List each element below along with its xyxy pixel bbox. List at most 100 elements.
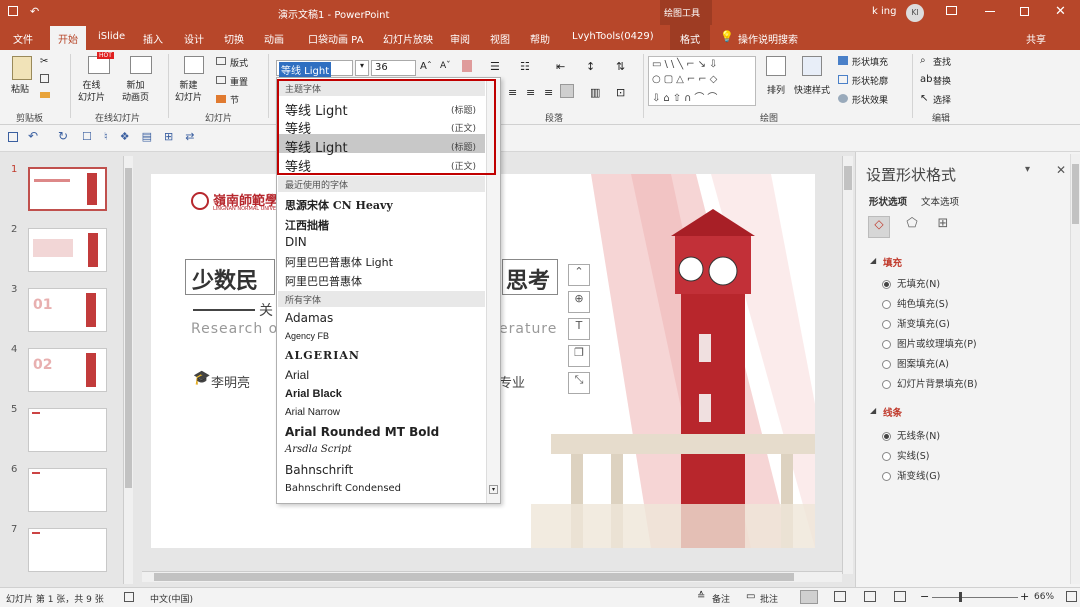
online-slide-button[interactable]: 在线 幻灯片: [78, 80, 105, 104]
undo-icon[interactable]: ↶: [30, 5, 39, 18]
online-slide-icon[interactable]: HOT: [88, 52, 114, 74]
autosave-icon[interactable]: [8, 6, 18, 16]
fill-collapse-icon[interactable]: ◢: [870, 256, 876, 265]
tell-me-search[interactable]: 操作说明搜索: [738, 31, 798, 46]
layout-button[interactable]: 版式: [230, 56, 248, 69]
undo-icon[interactable]: ↶: [28, 129, 38, 143]
tab-animations[interactable]: 动画: [264, 31, 284, 46]
slide-subtitle[interactable]: 关: [259, 300, 273, 320]
fill-option[interactable]: 纯色填充(S): [882, 296, 948, 310]
new-slide-icon[interactable]: [184, 56, 204, 74]
select-button[interactable]: 选择: [933, 93, 951, 106]
slide-title[interactable]: 少数民: [192, 263, 258, 295]
tab-home[interactable]: 开始: [50, 26, 86, 50]
font-name-value[interactable]: 等线 Light: [279, 62, 332, 77]
tab-insert[interactable]: 插入: [143, 31, 163, 46]
radio-icon[interactable]: [882, 432, 891, 441]
line-spacing-icon[interactable]: ↕: [586, 60, 595, 73]
replace-icon[interactable]: ab: [920, 74, 932, 85]
fill-section-header[interactable]: 填充: [883, 255, 902, 269]
tab-view[interactable]: 视图: [490, 31, 510, 46]
fill-option[interactable]: 图片或纹理填充(P): [882, 336, 977, 350]
new-animation-button[interactable]: 新加 动画页: [122, 80, 149, 104]
user-name[interactable]: k ing: [872, 6, 896, 17]
fill-option[interactable]: 渐变填充(G): [882, 316, 950, 330]
text-direction-icon[interactable]: ⇅: [616, 60, 625, 73]
shape-fill-button[interactable]: 形状填充: [852, 55, 888, 68]
arrange-icon[interactable]: [766, 56, 786, 76]
recent-font-5[interactable]: 阿里巴巴普惠体: [285, 273, 362, 289]
font-arial-narrow[interactable]: Arial Narrow: [285, 407, 340, 418]
cut-icon[interactable]: ✂: [40, 56, 48, 67]
find-icon[interactable]: ⌕: [920, 55, 926, 66]
close-icon[interactable]: ✕: [1055, 4, 1066, 19]
increase-font-icon[interactable]: Aˆ: [420, 61, 432, 72]
font-size-value[interactable]: 36: [375, 62, 388, 73]
thumb-scrollbar[interactable]: [123, 156, 133, 584]
tab-islide[interactable]: iSlide: [98, 31, 125, 42]
normal-view-icon[interactable]: [800, 590, 818, 604]
shape-effects-button[interactable]: 形状效果: [852, 93, 888, 106]
slide-thumb-5[interactable]: [28, 408, 107, 452]
line-collapse-icon[interactable]: ◢: [870, 406, 876, 415]
shape-gallery[interactable]: ▭\\╲⌐↘⇩ ○▢△⌐⌐◇ ⇩⌂⇧∩⌒⌒: [648, 56, 756, 106]
slide-thumb-6[interactable]: [28, 468, 107, 512]
slide-author[interactable]: 李明亮: [211, 372, 250, 391]
distributed-icon[interactable]: [560, 84, 574, 98]
copy-icon[interactable]: [40, 74, 49, 83]
share-button[interactable]: 共享: [1026, 31, 1046, 46]
new-animation-icon[interactable]: [130, 56, 152, 74]
radio-icon[interactable]: [882, 360, 891, 369]
fill-option[interactable]: 无填充(N): [882, 276, 940, 290]
qat-extra-icons[interactable]: ☐♮❖▤⊞⇄: [82, 130, 206, 143]
shape-fill-icon[interactable]: [838, 56, 848, 65]
shape-outline-icon[interactable]: [838, 75, 848, 84]
tab-lvyhtools[interactable]: LvyhTools(0429): [572, 31, 654, 42]
radio-icon[interactable]: [882, 380, 891, 389]
copy-style-icon[interactable]: ❐: [568, 345, 590, 367]
font-adamas[interactable]: Adamas: [285, 311, 333, 325]
slide-thumb-1[interactable]: [28, 167, 107, 211]
recent-font-3[interactable]: DIN: [285, 235, 307, 249]
notes-button[interactable]: 备注: [712, 592, 730, 605]
recent-font-4[interactable]: 阿里巴巴普惠体 Light: [285, 254, 393, 270]
quick-styles-icon[interactable]: [802, 56, 822, 76]
reset-icon[interactable]: [216, 76, 226, 84]
columns-icon[interactable]: ▥: [590, 86, 600, 99]
radio-icon[interactable]: [882, 280, 891, 289]
line-option[interactable]: 无线条(N): [882, 428, 940, 442]
line-option[interactable]: 渐变线(G): [882, 468, 940, 482]
fill-option[interactable]: 幻灯片背景填充(B): [882, 376, 977, 390]
radio-icon[interactable]: [882, 472, 891, 481]
slide-thumb-7[interactable]: [28, 528, 107, 572]
tab-design[interactable]: 设计: [184, 31, 204, 46]
numbering-icon[interactable]: ☷: [520, 60, 530, 73]
restore-icon[interactable]: [1020, 7, 1029, 16]
comments-button[interactable]: 批注: [760, 592, 778, 605]
slide-title-right[interactable]: 思考: [506, 263, 550, 295]
vertical-scrollbar[interactable]: [842, 156, 853, 574]
font-algerian[interactable]: ALGERIAN: [285, 349, 360, 362]
language-indicator[interactable]: 中文(中国): [150, 592, 193, 605]
font-arial[interactable]: Arial: [285, 368, 309, 382]
minimize-icon[interactable]: [985, 11, 995, 12]
line-option[interactable]: 实线(S): [882, 448, 929, 462]
redo-icon[interactable]: ↻: [58, 129, 68, 143]
horizontal-scrollbar[interactable]: [142, 571, 842, 582]
indent-icon[interactable]: ⇤: [556, 60, 565, 73]
justify-icon[interactable]: ≡: [544, 86, 553, 99]
resize-icon[interactable]: ⤡: [568, 372, 590, 394]
effects-icon[interactable]: ⬠: [901, 216, 923, 238]
tab-file[interactable]: 文件: [13, 31, 33, 46]
size-properties-icon[interactable]: ⊞: [932, 216, 954, 238]
paste-button[interactable]: 粘贴: [11, 82, 29, 95]
font-agency-fb[interactable]: Agency FB: [285, 331, 329, 341]
fit-to-window-icon[interactable]: [1066, 591, 1077, 602]
layout-options-icon[interactable]: ⊕: [568, 291, 590, 313]
collapse-icon[interactable]: ⌃: [568, 264, 590, 286]
text-icon[interactable]: T: [568, 318, 590, 340]
fill-option[interactable]: 图案填充(A): [882, 356, 949, 370]
slide-english-right[interactable]: erature: [499, 321, 557, 337]
tab-review[interactable]: 审阅: [450, 31, 470, 46]
radio-icon[interactable]: [882, 340, 891, 349]
